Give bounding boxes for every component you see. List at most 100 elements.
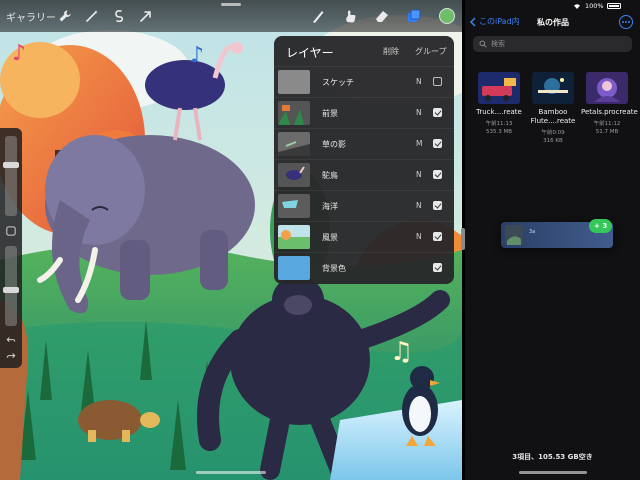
drop-count: 3 bbox=[602, 222, 608, 230]
brush-icon[interactable] bbox=[310, 7, 326, 25]
layer-thumbnail bbox=[278, 132, 310, 156]
layer-row[interactable]: 風景 N bbox=[274, 221, 454, 252]
file-date: 午前11:13 bbox=[485, 121, 513, 127]
svg-text:♫: ♫ bbox=[390, 337, 413, 367]
layer-name: 風景 bbox=[322, 233, 338, 242]
back-button[interactable]: このiPad内 bbox=[469, 16, 520, 27]
more-icon[interactable] bbox=[619, 15, 633, 29]
wifi-icon bbox=[574, 4, 580, 9]
file-thumbnail bbox=[478, 72, 520, 104]
file-thumbnail bbox=[532, 72, 574, 104]
drag-thumbnail bbox=[505, 225, 523, 245]
layer-list: スケッチ N 前景 N 草の影 M 駝鳥 N 海洋 N 風景 N 背景色 bbox=[274, 66, 454, 283]
magic-wand-icon[interactable] bbox=[84, 7, 100, 25]
transform-arrow-icon[interactable] bbox=[138, 7, 154, 25]
brush-slider-panel bbox=[0, 128, 22, 368]
layer-name: 前景 bbox=[322, 109, 338, 118]
svg-text:♪: ♪ bbox=[190, 43, 204, 68]
layer-name: 草の影 bbox=[322, 140, 346, 149]
battery-percent: 100% bbox=[585, 2, 604, 10]
drag-label: 3a bbox=[529, 229, 536, 235]
svg-text:♪: ♪ bbox=[12, 41, 26, 66]
layer-visibility-checkbox[interactable] bbox=[433, 77, 442, 86]
home-indicator[interactable] bbox=[196, 471, 266, 474]
layer-thumbnail bbox=[278, 70, 310, 94]
blend-mode-button[interactable]: N bbox=[416, 170, 422, 179]
layer-row[interactable]: 草の影 M bbox=[274, 128, 454, 159]
layer-name: スケッチ bbox=[322, 78, 354, 87]
layer-row[interactable]: 駝鳥 N bbox=[274, 159, 454, 190]
layer-thumbnail bbox=[278, 256, 310, 280]
layers-icon[interactable] bbox=[406, 7, 422, 25]
blend-mode-button[interactable]: N bbox=[416, 108, 422, 117]
layer-name: 海洋 bbox=[322, 202, 338, 211]
modify-square-button[interactable] bbox=[5, 225, 17, 237]
files-app: 100% このiPad内 私の作品 Truck....reate 午前11:13… bbox=[465, 0, 640, 480]
layers-title: レイヤー bbox=[286, 46, 334, 60]
file-size: 316 KB bbox=[543, 138, 563, 144]
layer-thumbnail bbox=[278, 194, 310, 218]
plus-icon: + bbox=[594, 222, 603, 230]
layer-thumbnail bbox=[278, 225, 310, 249]
file-thumbnail bbox=[586, 72, 628, 104]
layer-row[interactable]: 海洋 N bbox=[274, 190, 454, 221]
opacity-thumb[interactable] bbox=[3, 286, 19, 293]
redo-icon[interactable] bbox=[5, 350, 17, 362]
search-input[interactable] bbox=[491, 40, 621, 48]
layer-thumbnail bbox=[278, 101, 310, 125]
layers-panel: レイヤー 削除 グループ スケッチ N 前景 N 草の影 M 駝鳥 N 海洋 N 風景 N 背景色 bbox=[274, 36, 454, 284]
blend-mode-button[interactable]: N bbox=[416, 232, 422, 241]
back-label: このiPad内 bbox=[479, 17, 520, 26]
search-icon bbox=[479, 40, 487, 48]
layer-visibility-checkbox[interactable] bbox=[433, 263, 442, 272]
opacity-slider[interactable] bbox=[3, 246, 19, 326]
search-bar[interactable] bbox=[473, 36, 632, 52]
selection-icon[interactable] bbox=[111, 7, 127, 25]
file-item[interactable]: Truck....reate 午前11:13 535.3 MB bbox=[473, 72, 525, 135]
file-date: 午前0:09 bbox=[541, 130, 565, 136]
layer-row[interactable]: 前景 N bbox=[274, 97, 454, 128]
file-size: 535.3 MB bbox=[485, 129, 512, 135]
top-grabber[interactable] bbox=[221, 3, 241, 6]
layer-row[interactable]: スケッチ N bbox=[274, 66, 454, 97]
status-bar: 100% bbox=[465, 0, 640, 12]
file-item[interactable]: Bamboo Flute....reate 午前0:09 316 KB bbox=[527, 72, 579, 144]
file-name: Bamboo Flute....reate bbox=[530, 108, 576, 125]
brush-size-slider[interactable] bbox=[3, 136, 19, 216]
blend-mode-button[interactable]: M bbox=[416, 139, 422, 148]
layer-row[interactable]: 背景色 bbox=[274, 252, 454, 283]
file-name: Truck....reate bbox=[476, 108, 522, 116]
delete-layer-button[interactable]: 削除 bbox=[383, 46, 399, 57]
blend-mode-button[interactable]: N bbox=[416, 201, 422, 210]
storage-summary: 3項目、105.53 GB空き bbox=[512, 453, 593, 461]
layer-visibility-checkbox[interactable] bbox=[433, 201, 442, 210]
layer-visibility-checkbox[interactable] bbox=[433, 170, 442, 179]
file-date: 午前11:12 bbox=[593, 121, 621, 127]
undo-icon[interactable] bbox=[5, 334, 17, 346]
color-swatch[interactable] bbox=[439, 8, 455, 24]
layer-name: 背景色 bbox=[322, 264, 346, 273]
layer-thumbnail bbox=[278, 163, 310, 187]
toolbar: ギャラリー bbox=[0, 0, 462, 32]
files-nav-bar: このiPad内 私の作品 bbox=[465, 14, 640, 32]
home-indicator[interactable] bbox=[519, 471, 587, 474]
layer-visibility-checkbox[interactable] bbox=[433, 108, 442, 117]
layer-visibility-checkbox[interactable] bbox=[433, 139, 442, 148]
layer-visibility-checkbox[interactable] bbox=[433, 232, 442, 241]
file-item[interactable]: Petals.procreate 午前11:12 51.7 MB bbox=[581, 72, 638, 135]
drop-count-badge: + 3 bbox=[589, 219, 613, 233]
battery-icon bbox=[607, 3, 621, 9]
folder-title: 私の作品 bbox=[537, 18, 569, 27]
eraser-icon[interactable] bbox=[374, 7, 390, 25]
layers-header: レイヤー 削除 グループ bbox=[274, 36, 454, 66]
wrench-icon[interactable] bbox=[57, 7, 73, 25]
gallery-button[interactable]: ギャラリー bbox=[6, 7, 56, 25]
blend-mode-button[interactable]: N bbox=[416, 77, 422, 86]
brush-size-thumb[interactable] bbox=[3, 161, 19, 168]
chevron-left-icon bbox=[469, 16, 476, 27]
smudge-icon[interactable] bbox=[342, 7, 358, 25]
file-name: Petals.procreate bbox=[581, 108, 638, 116]
group-layers-button[interactable]: グループ bbox=[415, 46, 447, 57]
file-size: 51.7 MB bbox=[595, 129, 619, 135]
layer-name: 駝鳥 bbox=[322, 171, 338, 180]
